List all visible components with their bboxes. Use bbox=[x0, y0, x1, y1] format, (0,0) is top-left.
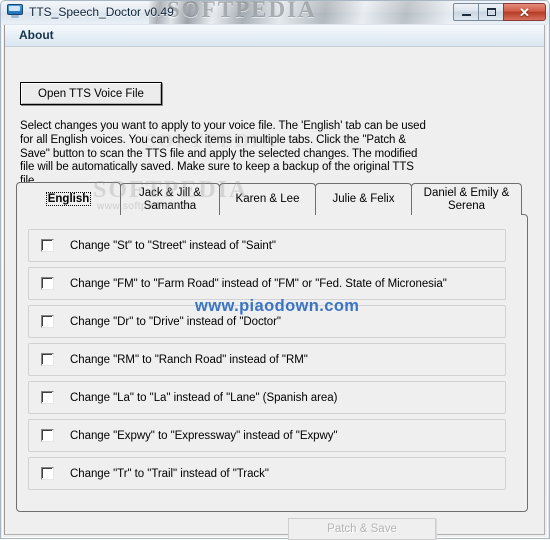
tab-english-label: English bbox=[45, 191, 92, 207]
list-item-label: Change "RM" to "Ranch Road" instead of "… bbox=[70, 353, 308, 366]
list-item-label: Change "FM" to "Farm Road" instead of "F… bbox=[70, 277, 447, 290]
monitor-speech-icon bbox=[7, 4, 23, 19]
window-title: TTS_Speech_Doctor v0.49 bbox=[29, 4, 174, 19]
tab-karen-lee-label: Karen & Lee bbox=[235, 193, 300, 206]
checkbox[interactable] bbox=[41, 391, 54, 404]
tab-julie-felix-label: Julie & Felix bbox=[332, 193, 395, 206]
list-item[interactable]: Change "St" to "Street" instead of "Sain… bbox=[28, 229, 506, 262]
changes-checklist: Change "St" to "Street" instead of "Sain… bbox=[28, 229, 506, 495]
tab-daniel-emily-serena-label: Daniel & Emily & Serena bbox=[423, 187, 510, 212]
close-button[interactable]: ✕ bbox=[503, 3, 546, 21]
checkbox[interactable] bbox=[41, 467, 54, 480]
minimize-button[interactable] bbox=[453, 3, 479, 21]
checkbox[interactable] bbox=[41, 239, 54, 252]
list-item-label: Change "Expwy" to "Expressway" instead o… bbox=[70, 429, 338, 442]
tab-jack-jill-samantha[interactable]: Jack & Jill & Samantha bbox=[120, 183, 220, 215]
list-item-label: Change "Tr" to "Trail" instead of "Track… bbox=[70, 467, 269, 480]
tab-panel-join bbox=[17, 214, 120, 216]
tab-strip: English Jack & Jill & Samantha Karen & L… bbox=[16, 182, 528, 215]
instructions-text: Select changes you want to apply to your… bbox=[20, 120, 426, 187]
patch-and-save-button[interactable]: Patch & Save bbox=[288, 518, 436, 540]
checkbox[interactable] bbox=[41, 277, 54, 290]
tab-english[interactable]: English bbox=[16, 182, 121, 215]
list-item[interactable]: Change "FM" to "Farm Road" instead of "F… bbox=[28, 267, 506, 300]
list-item[interactable]: Change "RM" to "Ranch Road" instead of "… bbox=[28, 343, 506, 376]
minimize-icon bbox=[454, 4, 478, 20]
checkbox[interactable] bbox=[41, 429, 54, 442]
close-icon: ✕ bbox=[519, 4, 530, 20]
list-item-label: Change "St" to "Street" instead of "Sain… bbox=[70, 239, 276, 252]
title-bar[interactable]: SOFTPEDIA TTS_Speech_Doctor v0.49 ✕ bbox=[1, 1, 549, 24]
list-item[interactable]: Change "Dr" to "Drive" instead of "Docto… bbox=[28, 305, 506, 338]
softpedia-watermark-text: SOFTPEDIA bbox=[167, 1, 317, 22]
softpedia-watermark-titlebar: SOFTPEDIA bbox=[149, 1, 489, 24]
tab-daniel-emily-serena[interactable]: Daniel & Emily & Serena bbox=[411, 183, 522, 215]
open-tts-voice-file-button[interactable]: Open TTS Voice File bbox=[20, 82, 162, 105]
client-area: About Open TTS Voice File Select changes… bbox=[2, 24, 548, 540]
maximize-icon bbox=[479, 4, 503, 20]
tab-panel-english: Change "St" to "Street" instead of "Sain… bbox=[16, 214, 528, 512]
application-window: SOFTPEDIA TTS_Speech_Doctor v0.49 ✕ Abou… bbox=[0, 0, 550, 540]
checkbox[interactable] bbox=[41, 353, 54, 366]
list-item-label: Change "La" to "La" instead of "Lane" (S… bbox=[70, 391, 338, 404]
title-bar-left: TTS_Speech_Doctor v0.49 bbox=[7, 4, 174, 19]
tab-jack-jill-samantha-label: Jack & Jill & Samantha bbox=[139, 187, 201, 212]
tab-karen-lee[interactable]: Karen & Lee bbox=[219, 183, 316, 215]
list-item[interactable]: Change "Expwy" to "Expressway" instead o… bbox=[28, 419, 506, 452]
tab-container: English Jack & Jill & Samantha Karen & L… bbox=[16, 182, 528, 512]
tab-julie-felix[interactable]: Julie & Felix bbox=[315, 183, 412, 215]
list-item[interactable]: Change "La" to "La" instead of "Lane" (S… bbox=[28, 381, 506, 414]
menu-bar: About bbox=[5, 25, 544, 47]
menu-item-about[interactable]: About bbox=[16, 28, 57, 42]
window-controls: ✕ bbox=[453, 3, 546, 21]
maximize-button[interactable] bbox=[478, 3, 504, 21]
list-item[interactable]: Change "Tr" to "Trail" instead of "Track… bbox=[28, 457, 506, 490]
client-inner: About Open TTS Voice File Select changes… bbox=[4, 25, 545, 540]
checkbox[interactable] bbox=[41, 315, 54, 328]
list-item-label: Change "Dr" to "Drive" instead of "Docto… bbox=[70, 315, 281, 328]
